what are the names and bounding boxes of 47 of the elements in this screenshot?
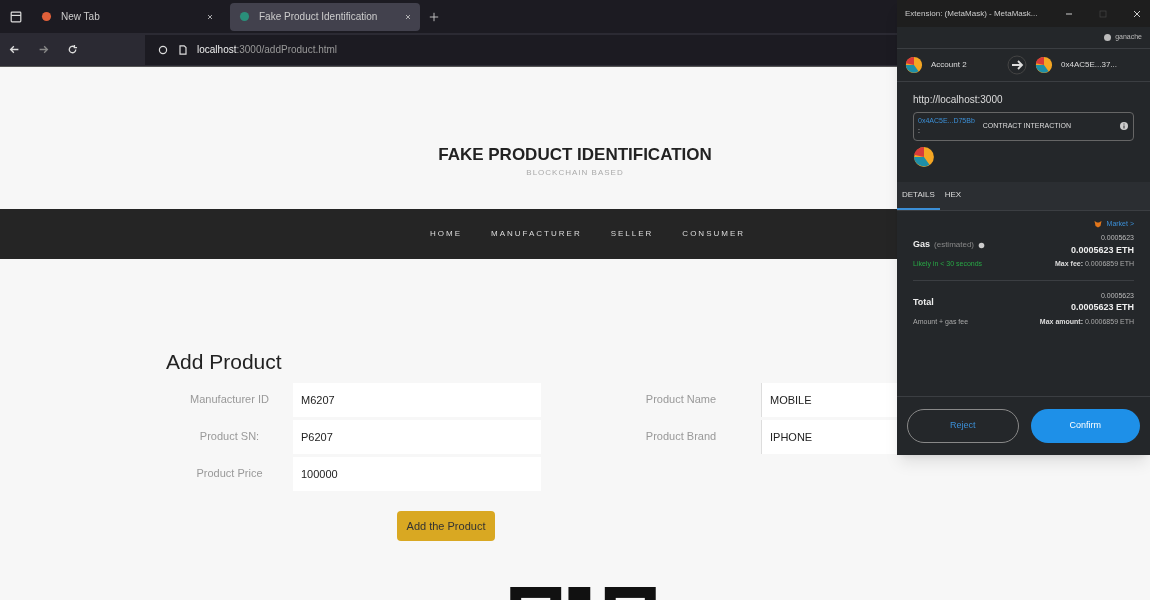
browser-tab[interactable]: New Tab	[32, 2, 222, 31]
tab-title: New Tab	[61, 10, 101, 24]
field-label: Manufacturer ID	[189, 392, 270, 408]
input-field[interactable]: P6207	[293, 419, 541, 454]
origin-url: http://localhost:3000	[913, 92, 1004, 107]
back-icon[interactable]	[8, 43, 21, 56]
new-tab-icon[interactable]	[428, 10, 440, 23]
close-icon[interactable]	[404, 12, 412, 21]
eth-amount: 0.0005623 ETH	[1070, 301, 1134, 314]
details-tab[interactable]: DETAILS	[897, 181, 940, 210]
shield-icon	[157, 43, 169, 56]
form-heading: Add Product	[166, 349, 283, 375]
page-icon	[177, 43, 189, 56]
site-title: FAKE PRODUCT IDENTIFICATION	[438, 143, 712, 166]
gas-label: Gas	[913, 238, 930, 252]
eth-amount: 0.0005623 ETH	[1070, 243, 1134, 257]
field-label: Product Brand	[644, 429, 718, 445]
browser-logo-icon	[40, 10, 53, 23]
site-favicon-icon	[238, 10, 251, 23]
nav-link[interactable]: HOME	[430, 228, 462, 240]
input-field[interactable]: M6207	[293, 382, 541, 417]
close-icon[interactable]	[1132, 8, 1142, 19]
avatar-icon	[1035, 55, 1053, 74]
field-label: Product Price	[195, 466, 264, 482]
browser-tab[interactable]: Fake Product Identification	[230, 2, 420, 31]
url-text: localhost:3000/addProduct.html	[197, 43, 338, 57]
nav-link[interactable]: SELLER	[610, 228, 654, 240]
field-label: Product SN:	[198, 429, 261, 445]
field-label: Product Name	[644, 392, 718, 408]
gas-note: (estimated)	[934, 239, 975, 251]
info-icon	[978, 241, 986, 249]
reload-icon[interactable]	[66, 43, 79, 56]
add-product-button[interactable]: Add the Product	[396, 510, 496, 541]
avatar-icon	[913, 145, 935, 168]
window-title: Extension: (MetaMask) - MetaMask...	[905, 7, 1039, 20]
details-tab[interactable]: HEX	[939, 181, 967, 210]
input-field[interactable]: 100000	[293, 456, 541, 491]
info-icon	[1119, 121, 1129, 131]
close-icon[interactable]	[206, 12, 214, 21]
arrow-right-icon	[1007, 54, 1027, 75]
avatar-icon	[905, 55, 923, 74]
forward-icon[interactable]	[37, 43, 50, 56]
gas-label: Total	[913, 295, 934, 309]
site-subtitle: BLOCKCHAIN BASED	[526, 167, 624, 180]
nav-link[interactable]: CONSUMER	[682, 228, 746, 240]
tab-title: Fake Product Identification	[259, 10, 379, 24]
nav-link[interactable]: MANUFACTURER	[491, 228, 582, 240]
